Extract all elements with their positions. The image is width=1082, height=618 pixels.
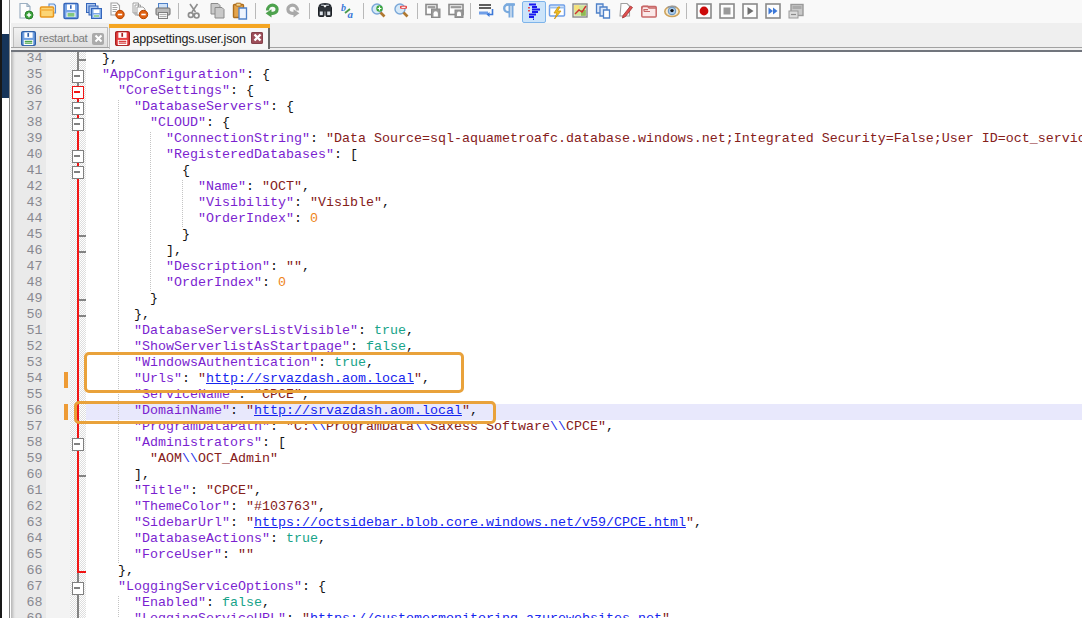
- svg-text:b: b: [341, 2, 346, 13]
